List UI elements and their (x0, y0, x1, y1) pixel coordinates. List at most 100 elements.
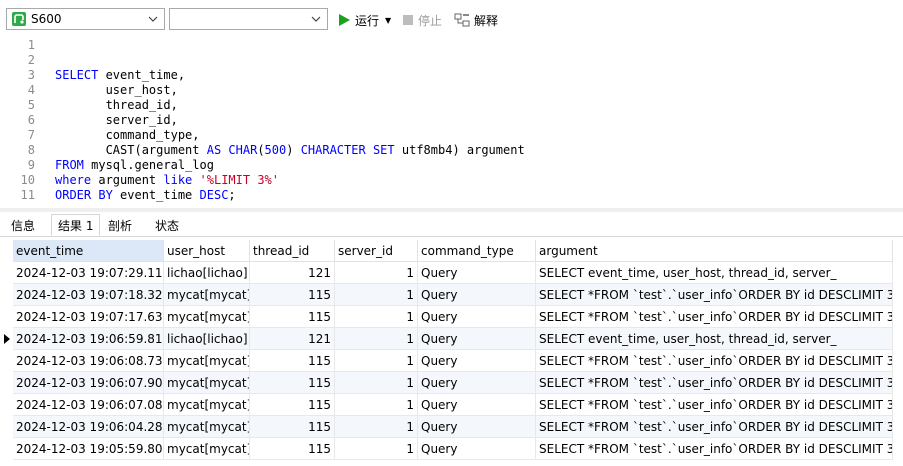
cell-server-id[interactable]: 1 (335, 416, 418, 438)
connection-name: S600 (31, 12, 62, 26)
line-number: 3 (27, 68, 35, 82)
cell-server-id[interactable]: 1 (335, 284, 418, 306)
column-header-event-time[interactable]: event_time (13, 240, 164, 262)
explain-label: 解释 (474, 13, 499, 28)
cell-user-host[interactable]: mycat[mycat] @ (164, 372, 250, 394)
cell-server-id[interactable]: 1 (335, 372, 418, 394)
chevron-down-icon (311, 16, 321, 22)
cell-thread-id[interactable]: 115 (250, 394, 335, 416)
cell-server-id[interactable]: 1 (335, 438, 418, 460)
cell-thread-id[interactable]: 121 (250, 262, 335, 284)
cell-user-host[interactable]: mycat[mycat] @ (164, 350, 250, 372)
sql-editor[interactable]: 1 2 3 SELECT event_time, 4 user_host, 5 t… (0, 38, 903, 208)
line-number: 6 (27, 113, 35, 127)
connection-select[interactable]: S600 (6, 8, 165, 30)
cell-argument[interactable]: SELECT event_time, user_host, thread_id,… (536, 262, 893, 284)
cell-thread-id[interactable]: 115 (250, 350, 335, 372)
cell-event-time[interactable]: 2024-12-03 19:05:59.8027 (13, 438, 164, 460)
cell-thread-id[interactable]: 115 (250, 306, 335, 328)
cell-thread-id[interactable]: 115 (250, 416, 335, 438)
cell-event-time[interactable]: 2024-12-03 19:06:59.8160 (13, 328, 164, 350)
stop-label: 停止 (418, 13, 443, 28)
cell-event-time[interactable]: 2024-12-03 19:07:17.6356 (13, 306, 164, 328)
code-text: ORDER BY event_time DESC; (55, 188, 236, 202)
toolbar: S600 运行 ▼ 停止 解释 (0, 0, 903, 38)
code-text: server_id, (55, 113, 178, 127)
line-number: 11 (20, 188, 35, 202)
column-header-user-host[interactable]: user_host (164, 240, 250, 262)
line-number: 4 (27, 83, 35, 97)
stop-button[interactable]: 停止 (402, 10, 442, 30)
cell-argument[interactable]: SELECT *FROM `test`.`user_info`ORDER BY … (536, 416, 893, 438)
cell-argument[interactable]: SELECT *FROM `test`.`user_info`ORDER BY … (536, 350, 893, 372)
cell-command-type[interactable]: Query (418, 394, 536, 416)
cell-command-type[interactable]: Query (418, 306, 536, 328)
run-button[interactable]: 运行 ▼ (337, 10, 391, 30)
cell-server-id[interactable]: 1 (335, 306, 418, 328)
cell-event-time[interactable]: 2024-12-03 19:06:07.0835 (13, 394, 164, 416)
explain-button[interactable]: 解释 (454, 10, 498, 30)
cell-thread-id[interactable]: 115 (250, 284, 335, 306)
code-text: command_type, (55, 128, 200, 142)
cell-event-time[interactable]: 2024-12-03 19:07:29.1152 (13, 262, 164, 284)
code-text: FROM mysql.general_log (55, 158, 214, 172)
cell-event-time[interactable]: 2024-12-03 19:06:08.7320 (13, 350, 164, 372)
cell-command-type[interactable]: Query (418, 416, 536, 438)
line-number: 9 (27, 158, 35, 172)
cell-command-type[interactable]: Query (418, 372, 536, 394)
cell-user-host[interactable]: lichao[lichao] @ (164, 328, 250, 350)
tab-result-1[interactable]: 结果 1 (51, 214, 101, 236)
line-number: 8 (27, 143, 35, 157)
cell-server-id[interactable]: 1 (335, 262, 418, 284)
cell-argument[interactable]: SELECT *FROM `test`.`user_info`ORDER BY … (536, 438, 893, 460)
cell-argument[interactable]: SELECT *FROM `test`.`user_info`ORDER BY … (536, 372, 893, 394)
code-text: SELECT event_time, (55, 68, 186, 82)
cell-argument[interactable]: SELECT event_time, user_host, thread_id,… (536, 328, 893, 350)
cell-command-type[interactable]: Query (418, 262, 536, 284)
cell-user-host[interactable]: mycat[mycat] @ (164, 438, 250, 460)
line-number: 5 (27, 98, 35, 112)
cell-server-id[interactable]: 1 (335, 350, 418, 372)
cell-argument[interactable]: SELECT *FROM `test`.`user_info`ORDER BY … (536, 394, 893, 416)
cell-command-type[interactable]: Query (418, 284, 536, 306)
cell-user-host[interactable]: lichao[lichao] @ (164, 262, 250, 284)
database-select[interactable] (169, 8, 328, 30)
code-text: where argument like '%LIMIT 3%' (55, 173, 279, 187)
column-header-argument[interactable]: argument (536, 240, 893, 262)
cell-command-type[interactable]: Query (418, 328, 536, 350)
code-text: user_host, (55, 83, 178, 97)
cell-server-id[interactable]: 1 (335, 394, 418, 416)
current-row-arrow-icon (4, 334, 10, 344)
cell-thread-id[interactable]: 115 (250, 372, 335, 394)
cell-event-time[interactable]: 2024-12-03 19:06:07.9079 (13, 372, 164, 394)
tab-profile[interactable]: 剖析 (101, 214, 139, 236)
cell-user-host[interactable]: mycat[mycat] @ (164, 306, 250, 328)
cell-thread-id[interactable]: 121 (250, 328, 335, 350)
cell-event-time[interactable]: 2024-12-03 19:07:18.3271 (13, 284, 164, 306)
cell-user-host[interactable]: mycat[mycat] @ (164, 416, 250, 438)
cell-event-time[interactable]: 2024-12-03 19:06:04.2848 (13, 416, 164, 438)
tab-info[interactable]: 信息 (4, 214, 42, 236)
cell-argument[interactable]: SELECT *FROM `test`.`user_info`ORDER BY … (536, 284, 893, 306)
line-number: 7 (27, 128, 35, 142)
result-tabs: 信息 结果 1 剖析 状态 (0, 212, 903, 237)
line-number: 2 (27, 53, 35, 67)
code-text: CAST(argument AS CHAR(500) CHARACTER SET… (55, 143, 525, 157)
run-label: 运行 (355, 13, 380, 28)
cell-argument[interactable]: SELECT *FROM `test`.`user_info`ORDER BY … (536, 306, 893, 328)
run-dropdown-icon[interactable]: ▼ (385, 16, 391, 25)
cell-user-host[interactable]: mycat[mycat] @ (164, 284, 250, 306)
play-icon (339, 14, 350, 26)
column-header-server-id[interactable]: server_id (335, 240, 418, 262)
explain-icon (454, 13, 470, 27)
tab-status[interactable]: 状态 (148, 214, 186, 236)
cell-server-id[interactable]: 1 (335, 328, 418, 350)
code-text: thread_id, (55, 98, 178, 112)
cell-thread-id[interactable]: 115 (250, 438, 335, 460)
result-grid[interactable]: event_time user_host thread_id server_id… (0, 237, 903, 466)
column-header-command-type[interactable]: command_type (418, 240, 536, 262)
cell-command-type[interactable]: Query (418, 350, 536, 372)
cell-command-type[interactable]: Query (418, 438, 536, 460)
cell-user-host[interactable]: mycat[mycat] @ (164, 394, 250, 416)
column-header-thread-id[interactable]: thread_id (250, 240, 335, 262)
